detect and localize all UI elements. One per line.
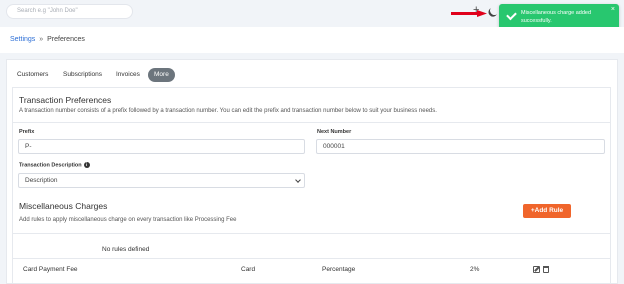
misc-title: Miscellaneous Charges (19, 201, 108, 211)
no-rules-message: No rules defined (102, 246, 150, 253)
info-icon[interactable]: i (83, 162, 90, 168)
tab-more[interactable]: More (148, 68, 175, 82)
red-arrow-annotation (451, 10, 487, 17)
prefix-label: Prefix (19, 129, 35, 135)
plus-icon[interactable]: + (473, 5, 479, 16)
rule-type: Percentage (322, 266, 356, 273)
breadcrumb-separator: » (39, 36, 44, 43)
breadcrumb-settings[interactable]: Settings (10, 36, 35, 43)
settings-panel: Transaction Preferences A transaction nu… (12, 87, 611, 284)
transaction-title: Transaction Preferences (19, 95, 112, 105)
breadcrumb: Settings » Preferences (10, 36, 85, 43)
search-input[interactable]: Search e.g "John Doe" (6, 4, 133, 19)
breadcrumb-bar: Settings » Preferences (0, 27, 624, 53)
misc-description: Add rules to apply miscellaneous charge … (19, 217, 237, 223)
next-number-label: Next Number (317, 129, 352, 135)
description-select[interactable]: Description (18, 173, 305, 188)
close-icon[interactable]: × (611, 6, 615, 13)
divider (13, 233, 610, 234)
divider (13, 122, 610, 123)
chevron-down-icon (295, 177, 301, 183)
breadcrumb-current: Preferences (47, 36, 85, 43)
tab-customers[interactable]: Customers (17, 68, 48, 82)
description-label: Transaction Description i (19, 162, 90, 168)
description-label-text: Transaction Description (19, 162, 82, 169)
rule-name: Card Payment Fee (23, 266, 78, 273)
check-icon (506, 9, 517, 21)
rule-value: 2% (470, 266, 480, 273)
next-number-field[interactable]: 000001 (316, 139, 605, 154)
prefix-field[interactable]: P- (18, 139, 305, 154)
tab-invoices[interactable]: Invoices (116, 68, 140, 82)
tab-subscriptions[interactable]: Subscriptions (63, 68, 102, 82)
preferences-card: Customers Subscriptions Invoices More Tr… (6, 59, 618, 284)
description-select-value: Description (25, 177, 58, 184)
divider (13, 258, 610, 259)
rule-method: Card (241, 266, 256, 273)
transaction-description: A transaction number consists of a prefi… (19, 108, 437, 114)
add-rule-button[interactable]: +Add Rule (523, 204, 571, 218)
toast-message: Miscellaneous charge added successfully. (521, 10, 592, 24)
search-placeholder: Search e.g "John Doe" (17, 8, 78, 14)
trash-icon[interactable] (543, 266, 549, 273)
edit-icon[interactable] (533, 266, 540, 273)
